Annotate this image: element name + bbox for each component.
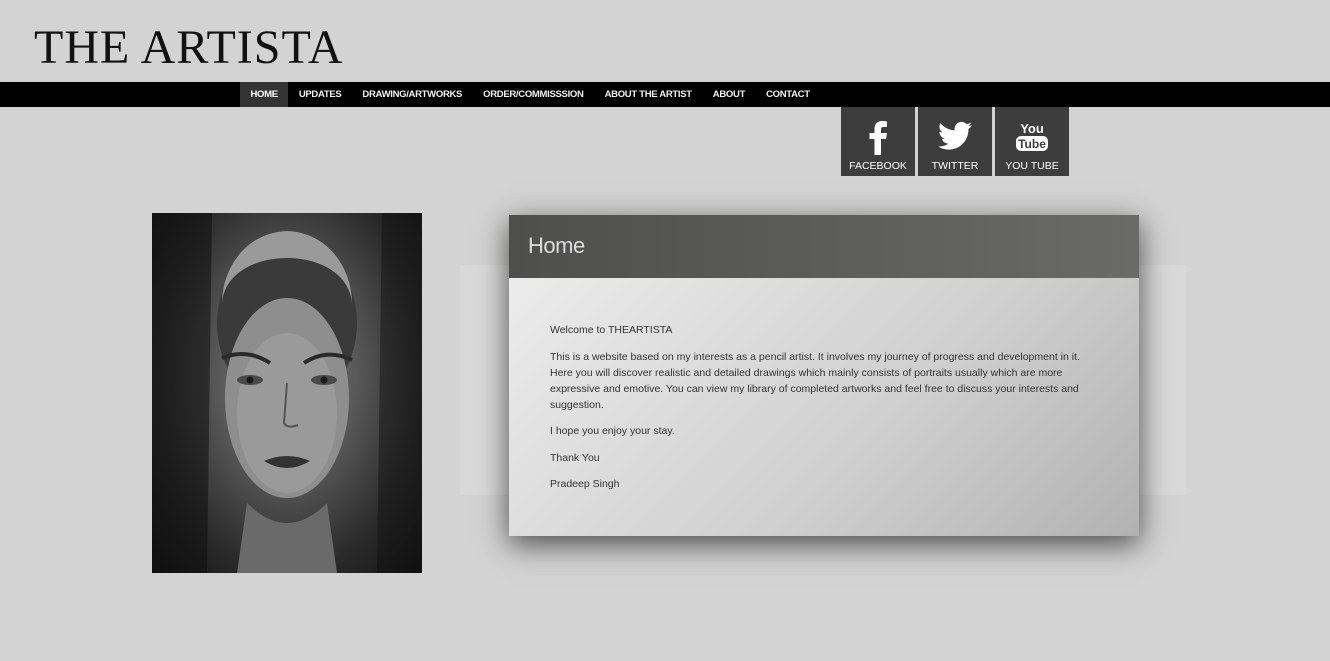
intro-paragraph: This is a website based on my interests … xyxy=(550,350,1080,411)
twitter-label: TWITTER xyxy=(931,160,979,172)
youtube-icon-text-top: You xyxy=(1020,121,1044,136)
nav-item-drawing-artworks[interactable]: DRAWING/ARTWORKS xyxy=(352,82,473,107)
thanks-text: Thank You xyxy=(550,451,600,464)
portrait-drawing xyxy=(152,213,422,573)
content-header: Home xyxy=(509,215,1139,278)
youtube-button[interactable]: You Tube YOU TUBE xyxy=(995,107,1069,176)
page-title: Home xyxy=(528,233,585,258)
main-navbar: HOME UPDATES DRAWING/ARTWORKS ORDER/COMM… xyxy=(0,82,1330,107)
nav-item-about-the-artist[interactable]: ABOUT THE ARTIST xyxy=(594,82,702,107)
content-box: Home Welcome to THEARTISTA This is a web… xyxy=(509,215,1139,536)
twitter-icon xyxy=(938,121,972,150)
nav-item-order-commission[interactable]: ORDER/COMMISSSION xyxy=(473,82,594,107)
nav-list: HOME UPDATES DRAWING/ARTWORKS ORDER/COMM… xyxy=(240,82,820,107)
youtube-icon-text-bottom: Tube xyxy=(1018,137,1046,151)
signature-text: Pradeep Singh xyxy=(550,478,620,490)
youtube-label: YOU TUBE xyxy=(1005,160,1059,172)
nav-item-contact[interactable]: CONTACT xyxy=(756,82,821,107)
nav-item-updates[interactable]: UPDATES xyxy=(288,82,352,107)
facebook-label: FACEBOOK xyxy=(849,160,907,172)
social-links: FACEBOOK TWITTER You Tube YOU TUBE xyxy=(841,107,1069,176)
youtube-icon: You Tube xyxy=(1016,121,1048,151)
content-body: Welcome to THEARTISTA This is a website … xyxy=(509,278,1139,492)
enjoy-text: I hope you enjoy your stay. xyxy=(550,425,675,437)
welcome-text: Welcome to THEARTISTA xyxy=(550,324,673,336)
facebook-button[interactable]: FACEBOOK xyxy=(841,107,915,176)
nav-item-home[interactable]: HOME xyxy=(240,82,289,107)
site-logo[interactable]: THE ARTISTA xyxy=(34,20,344,76)
nav-item-about[interactable]: ABOUT xyxy=(702,82,755,107)
twitter-button[interactable]: TWITTER xyxy=(918,107,992,176)
facebook-icon xyxy=(869,121,887,155)
